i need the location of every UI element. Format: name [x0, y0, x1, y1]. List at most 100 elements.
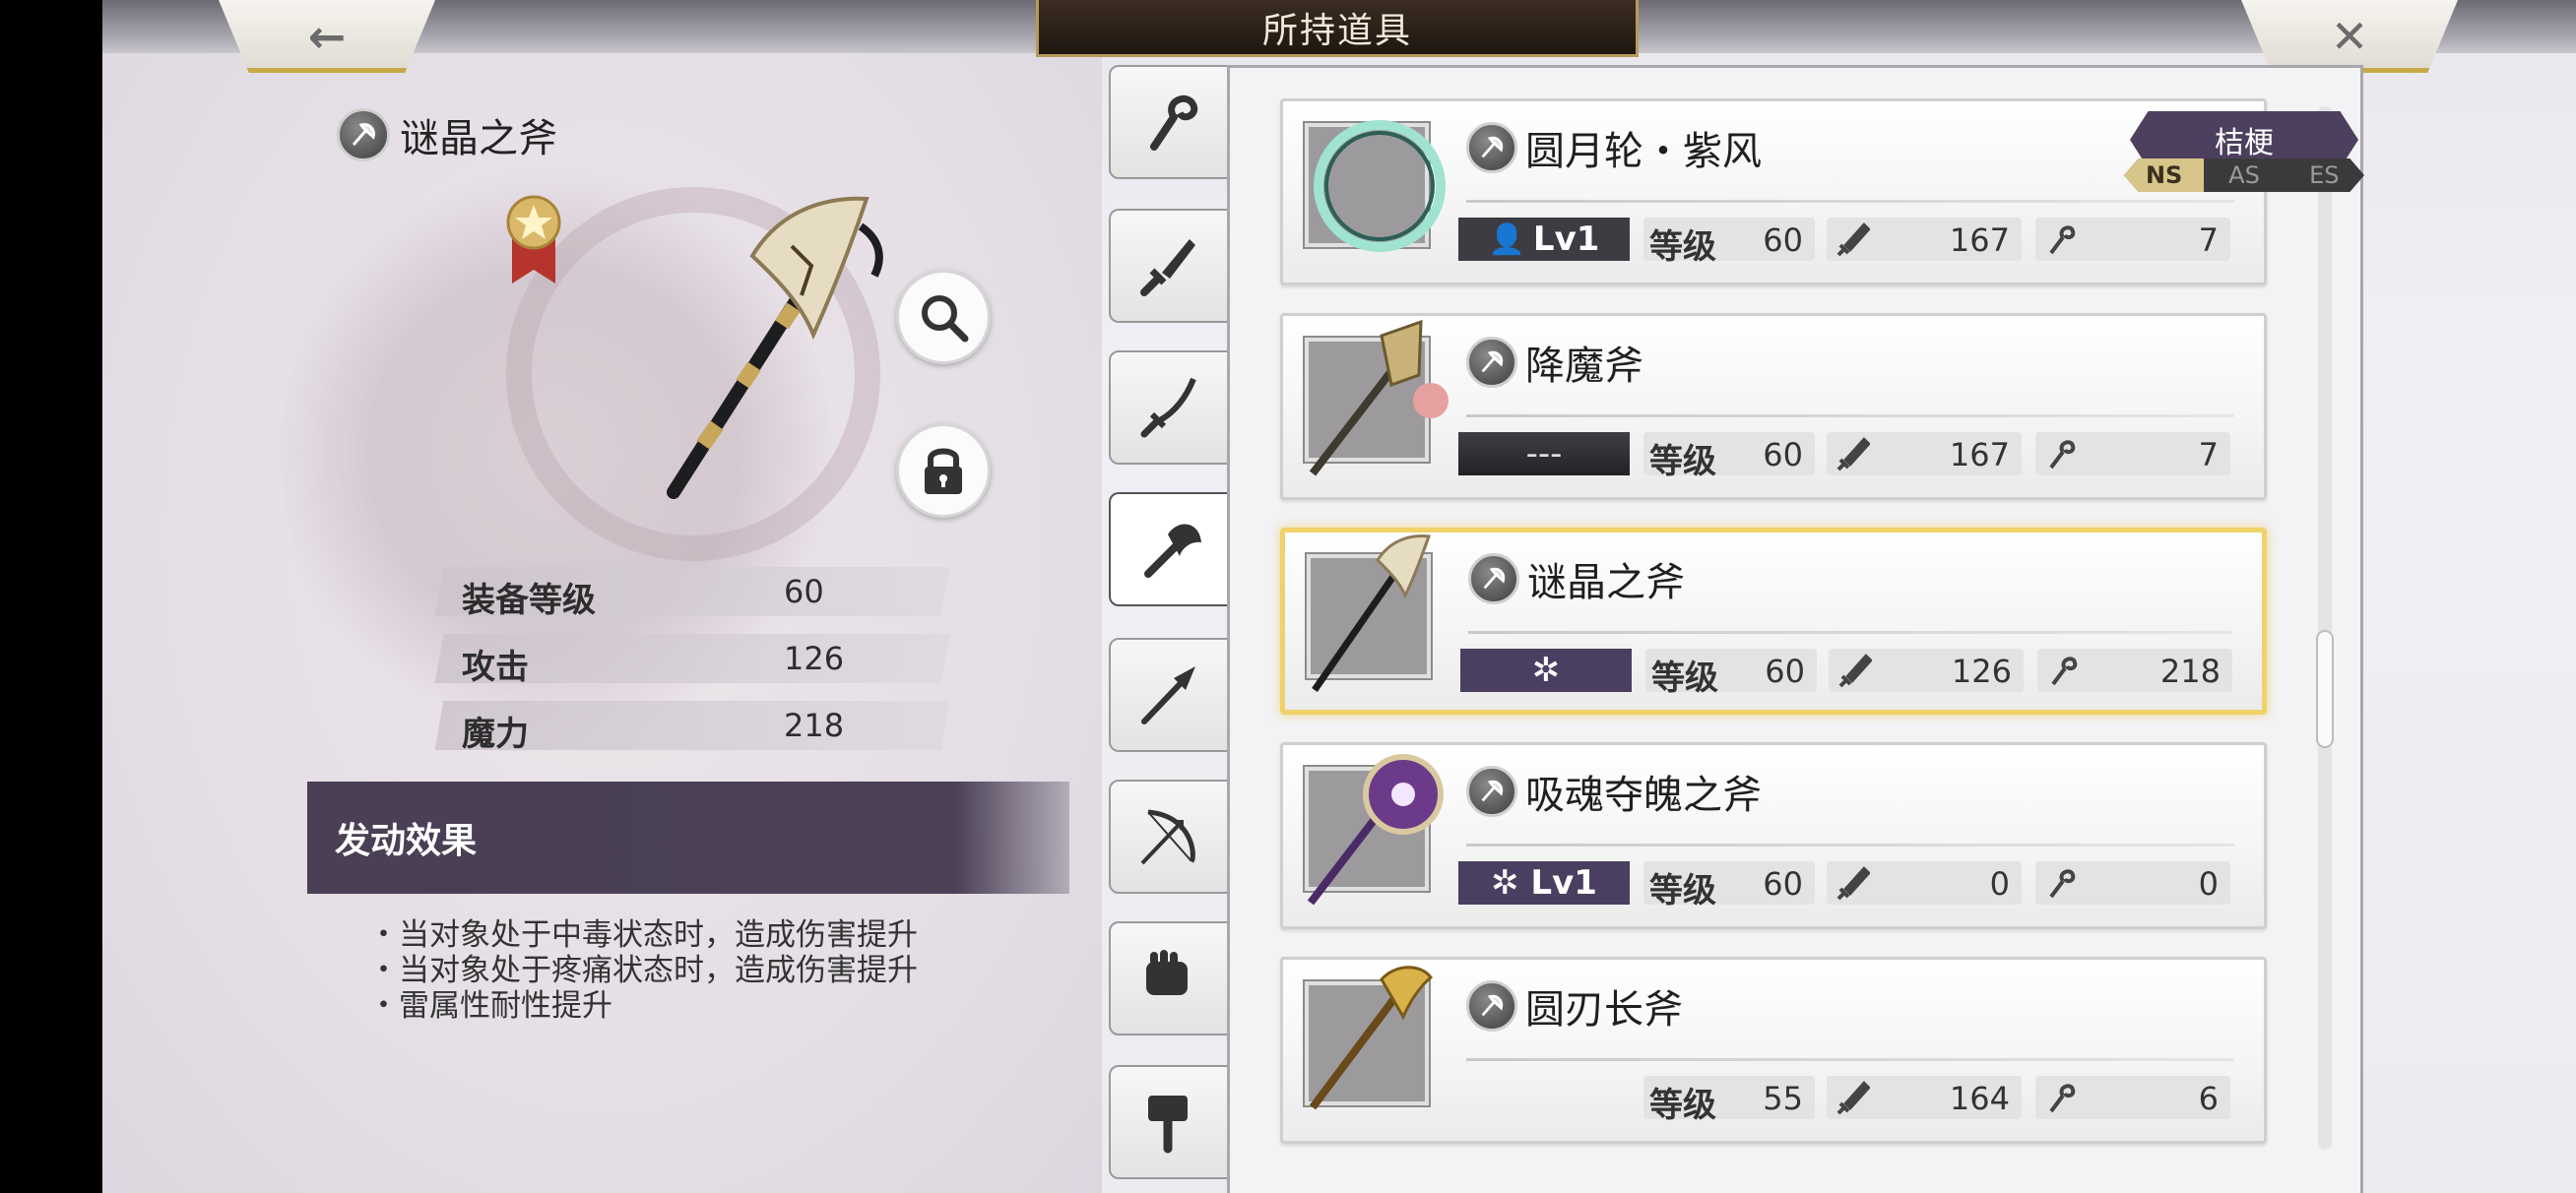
- axe-weapon-image: [1309, 319, 1449, 476]
- axe-category-icon: [1466, 337, 1517, 388]
- staff-icon: [1150, 94, 1198, 151]
- effect-header: 发动效果: [307, 782, 1069, 894]
- tab-staff[interactable]: [1109, 65, 1229, 179]
- attack-pill: 167: [1827, 432, 2022, 475]
- sword-icon: [1836, 437, 1870, 471]
- sword-icon: [1836, 1081, 1870, 1115]
- staff-icon: [2049, 225, 2076, 255]
- selected-item-header: 谜晶之斧: [337, 106, 557, 163]
- stat-label: 装备等级: [462, 581, 597, 620]
- rank-pill: 等级 60: [1643, 218, 1815, 267]
- back-button[interactable]: ←: [219, 0, 435, 73]
- stat-label: 攻击: [462, 648, 530, 687]
- tab-bow[interactable]: [1109, 780, 1229, 894]
- lock-button[interactable]: [896, 423, 991, 518]
- version-tag: NS: [2124, 158, 2205, 192]
- axe-icon: [1144, 524, 1201, 578]
- stat-value: 218: [784, 707, 845, 744]
- equip-level-badge: ---: [1458, 432, 1630, 475]
- tab-katana[interactable]: [1109, 350, 1229, 465]
- stat-row-magic: 魔力 218: [434, 701, 950, 754]
- axe-category-icon: [1466, 980, 1517, 1032]
- magic-value: 7: [2198, 221, 2219, 259]
- attack-pill: 164: [1827, 1076, 2022, 1119]
- rank-pill: 等级 55: [1643, 1076, 1815, 1125]
- axe-category-icon: [337, 108, 390, 161]
- tab-spear[interactable]: [1109, 638, 1229, 752]
- list-item-selected[interactable]: 谜晶之斧 ✲ 等级 60 126 218: [1280, 528, 2267, 715]
- level-badge-text: ✲: [1531, 651, 1561, 690]
- version-tag: ES: [2309, 161, 2340, 189]
- staff-icon: [2049, 869, 2076, 899]
- axe-weapon-image: [1307, 754, 1444, 906]
- level-badge-text: Lv1: [1532, 220, 1600, 259]
- tab-fist[interactable]: [1109, 921, 1229, 1036]
- equip-level-badge: 👤 Lv1: [1458, 218, 1630, 261]
- zoom-button[interactable]: [896, 270, 991, 364]
- list-item[interactable]: 圆刃长斧 等级 55 164 6: [1280, 957, 2267, 1144]
- divider: [1468, 631, 2232, 634]
- tab-axe[interactable]: [1109, 492, 1237, 606]
- equip-level-badge: ✲ Lv1: [1458, 861, 1630, 905]
- item-name-row: 谜晶之斧: [1468, 550, 1685, 607]
- item-name: 降魔斧: [1525, 344, 1643, 389]
- rank-value: 60: [1765, 653, 1805, 690]
- effect-item: ・当对象处于疼痛状态时，造成伤害提升: [368, 953, 918, 988]
- rank-value: 60: [1763, 865, 1803, 903]
- rank-label: 等级: [1651, 659, 1718, 698]
- scrollbar-track[interactable]: [2318, 106, 2332, 1150]
- divider: [1466, 1058, 2234, 1061]
- divider: [1466, 200, 2234, 203]
- staff-icon: [2049, 1084, 2076, 1113]
- tab-sword[interactable]: [1109, 209, 1229, 323]
- effect-item: ・当对象处于中毒状态时，造成伤害提升: [368, 917, 918, 953]
- equip-level-badge: ✲: [1460, 649, 1632, 692]
- spear-icon: [1141, 666, 1195, 724]
- magic-pill: 7: [2035, 432, 2230, 475]
- close-button[interactable]: ✕: [2241, 0, 2458, 73]
- item-name: 吸魂夺魄之斧: [1525, 773, 1762, 818]
- scrollbar-thumb[interactable]: [2316, 630, 2334, 748]
- magic-value: 218: [2159, 653, 2221, 690]
- fist-icon: [1146, 950, 1188, 995]
- stat-row-equip-level: 装备等级 60: [434, 567, 950, 620]
- stat-value: 126: [784, 640, 845, 677]
- magic-value: 0: [2198, 865, 2219, 903]
- attack-value: 167: [1949, 436, 2010, 473]
- sword-icon: [1140, 239, 1195, 296]
- axe-weapon-image: [1312, 534, 1432, 692]
- version-tags: NS AS ES: [2124, 158, 2364, 192]
- axe-category-icon: [1466, 122, 1517, 173]
- list-item[interactable]: 降魔斧 --- 等级 60 167 7: [1280, 313, 2267, 500]
- item-name-row: 圆月轮・紫风: [1466, 119, 1762, 176]
- bow-icon: [1140, 809, 1195, 865]
- item-name-row: 圆刃长斧: [1466, 977, 1683, 1035]
- rank-pill: 等级 60: [1643, 432, 1815, 481]
- magic-pill: 218: [2037, 649, 2232, 692]
- back-arrow-icon: ←: [307, 10, 347, 63]
- sword-icon: [1836, 222, 1870, 257]
- rank-value: 60: [1763, 436, 1803, 473]
- level-badge-text: ✲ Lv1: [1491, 863, 1597, 903]
- sword-icon: [1836, 866, 1870, 901]
- list-item[interactable]: 圆月轮・紫风 桔梗 NS AS ES 👤 Lv1 等级 60 167 7: [1280, 98, 2364, 285]
- hammer-icon: [1148, 1096, 1188, 1154]
- page-title: 所持道具: [1036, 0, 1639, 57]
- staff-icon: [2051, 657, 2078, 686]
- attack-value: 126: [1951, 653, 2012, 690]
- rank-label: 等级: [1649, 227, 1716, 267]
- sword-icon: [1838, 654, 1872, 688]
- effect-list: ・当对象处于中毒状态时，造成伤害提升 ・当对象处于疼痛状态时，造成伤害提升 ・雷…: [368, 917, 918, 1024]
- rank-label: 等级: [1649, 442, 1716, 481]
- staff-icon: [2049, 440, 2076, 470]
- list-item[interactable]: 吸魂夺魄之斧 ✲ Lv1 等级 60 0 0: [1280, 742, 2267, 929]
- axe-weapon-image: [1309, 966, 1434, 1110]
- person-icon: 👤: [1488, 221, 1525, 257]
- katana-icon: [1140, 377, 1196, 438]
- selected-item-name: 谜晶之斧: [400, 116, 557, 161]
- rank-pill: 等级 60: [1645, 649, 1817, 698]
- weapon-category-tabs: [1109, 59, 1237, 1193]
- level-badge-text: ---: [1525, 434, 1563, 473]
- tab-hammer[interactable]: [1109, 1065, 1229, 1179]
- attack-value: 167: [1949, 221, 2010, 259]
